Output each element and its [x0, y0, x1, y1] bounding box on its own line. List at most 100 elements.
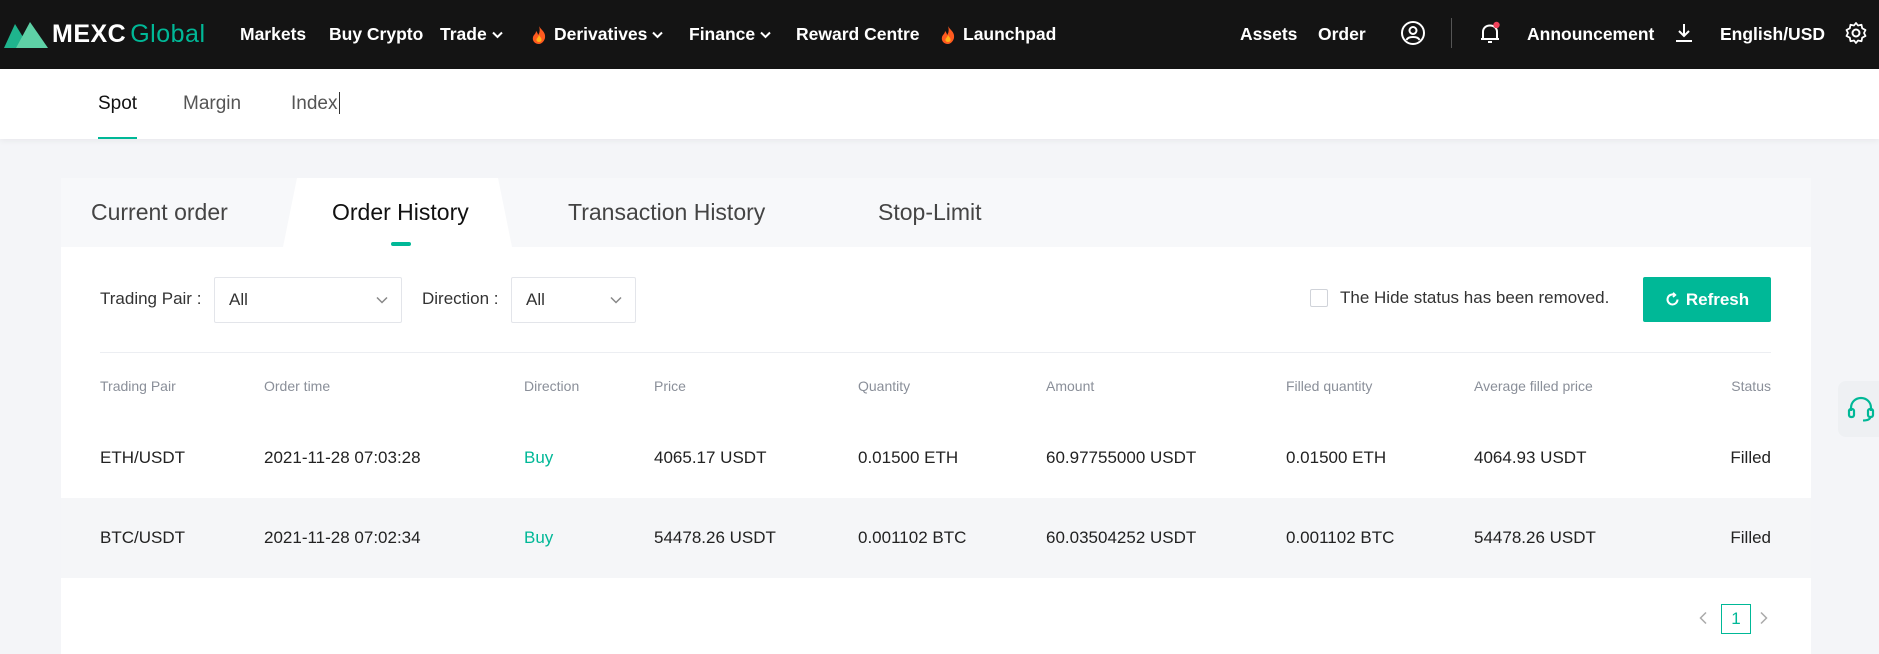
table-row: ETH/USDT 2021-11-28 07:03:28 Buy 4065.17…: [61, 418, 1811, 498]
fire-icon: [532, 25, 546, 44]
table-row: BTC/USDT 2021-11-28 07:02:34 Buy 54478.2…: [61, 498, 1811, 578]
chevron-down-icon: [376, 296, 388, 304]
fire-icon: [941, 25, 955, 44]
nav-finance-label: Finance: [689, 24, 756, 44]
col-price: Price: [654, 378, 686, 394]
cell-amount: 60.03504252 USDT: [1046, 528, 1197, 547]
cell-average-filled-price: 4064.93 USDT: [1474, 448, 1587, 467]
market-type-tabs: Spot Margin Index: [0, 69, 1879, 139]
chevron-down-icon: [491, 31, 503, 38]
cell-direction: Buy: [524, 448, 554, 467]
download-icon[interactable]: [1670, 19, 1698, 47]
tab-current-order-label: Current order: [91, 199, 228, 225]
tab-spot-label: Spot: [98, 93, 138, 114]
nav-derivatives[interactable]: Derivatives: [532, 0, 664, 69]
cell-order-time: 2021-11-28 07:02:34: [264, 528, 421, 547]
headset-icon: [1847, 396, 1875, 422]
trading-pair-value: All: [229, 290, 248, 309]
trading-pair-select[interactable]: All: [214, 277, 402, 323]
chevron-right-icon: [1760, 611, 1768, 625]
filter-divider: [100, 352, 1771, 353]
tab-spot[interactable]: Spot: [98, 69, 138, 139]
cell-trading-pair: ETH/USDT: [100, 448, 185, 467]
col-direction: Direction: [524, 378, 580, 394]
nav-order-label: Order: [1318, 24, 1366, 44]
cell-average-filled-price: 54478.26 USDT: [1474, 528, 1596, 547]
customer-support-button[interactable]: [1838, 381, 1879, 437]
direction-label: Direction :: [422, 289, 499, 308]
cell-quantity: 0.001102 BTC: [858, 528, 967, 547]
tab-margin[interactable]: Margin: [183, 69, 241, 139]
refresh-icon: [1666, 292, 1679, 306]
chevron-down-icon: [760, 31, 771, 38]
cell-quantity: 0.01500 ETH: [858, 448, 959, 467]
hide-status-label: The Hide status has been removed.: [1340, 288, 1610, 307]
cell-status: Filled: [1730, 528, 1771, 547]
tab-stop-limit[interactable]: Stop-Limit: [878, 178, 982, 247]
col-order-time: Order time: [264, 378, 331, 394]
nav-launchpad-label: Launchpad: [963, 24, 1057, 44]
cell-trading-pair: BTC/USDT: [100, 528, 185, 547]
nav-launchpad[interactable]: Launchpad: [941, 0, 1056, 69]
text-cursor: [339, 92, 340, 114]
trading-pair-label: Trading Pair :: [100, 289, 202, 308]
cell-amount: 60.97755000 USDT: [1046, 448, 1197, 467]
nav-announcement[interactable]: Announcement: [1527, 0, 1654, 69]
tab-margin-label: Margin: [183, 93, 242, 114]
col-status: Status: [1731, 378, 1771, 394]
orders-panel: Current order Order History Transaction …: [61, 178, 1811, 654]
nav-reward-centre[interactable]: Reward Centre: [796, 0, 920, 69]
refresh-button[interactable]: Refresh: [1643, 277, 1771, 322]
direction-select[interactable]: All: [511, 277, 636, 323]
cell-direction: Buy: [524, 528, 554, 547]
cell-order-time: 2021-11-28 07:03:28: [264, 448, 421, 467]
logo-brand: MEXC: [52, 19, 127, 48]
tab-index-label: Index: [291, 93, 338, 114]
nav-assets-label: Assets: [1240, 24, 1298, 44]
nav-buy-crypto-label: Buy Crypto: [329, 24, 424, 44]
col-quantity: Quantity: [858, 378, 911, 394]
nav-divider: [1451, 18, 1452, 48]
active-tab-indicator: [391, 242, 411, 246]
col-trading-pair: Trading Pair: [100, 378, 176, 394]
tab-order-history[interactable]: Order History: [332, 178, 469, 247]
nav-markets[interactable]: Markets: [240, 0, 306, 69]
chevron-down-icon: [610, 296, 622, 304]
nav-trade-label: Trade: [440, 24, 487, 44]
mexc-logo[interactable]: MEXC Global: [4, 14, 206, 54]
cell-filled-quantity: 0.001102 BTC: [1286, 528, 1395, 547]
nav-markets-label: Markets: [240, 24, 307, 44]
tab-order-history-label: Order History: [332, 199, 469, 225]
logo-suffix: Global: [130, 19, 206, 48]
nav-assets[interactable]: Assets: [1240, 0, 1297, 69]
direction-value: All: [526, 290, 545, 309]
tab-stop-limit-label: Stop-Limit: [878, 199, 982, 225]
nav-trade[interactable]: Trade: [440, 0, 503, 69]
cell-price: 54478.26 USDT: [654, 528, 776, 547]
tab-index[interactable]: Index: [291, 69, 337, 139]
tab-current-order[interactable]: Current order: [91, 178, 228, 247]
tab-transaction-history-label: Transaction History: [568, 199, 766, 225]
user-account-icon[interactable]: [1399, 19, 1427, 47]
cell-status: Filled: [1730, 448, 1771, 467]
nav-language-currency[interactable]: English/USD: [1720, 0, 1825, 69]
chevron-left-icon: [1699, 611, 1707, 625]
nav-buy-crypto[interactable]: Buy Crypto: [329, 0, 423, 69]
notification-bell-icon[interactable]: [1476, 19, 1504, 47]
nav-derivatives-label: Derivatives: [554, 24, 648, 44]
nav-announcement-label: Announcement: [1527, 24, 1655, 44]
next-page-button[interactable]: [1753, 603, 1775, 633]
nav-finance[interactable]: Finance: [689, 0, 771, 69]
tab-transaction-history[interactable]: Transaction History: [568, 178, 765, 247]
hide-status-checkbox[interactable]: [1310, 289, 1328, 307]
settings-gear-icon[interactable]: [1842, 19, 1870, 47]
cell-price: 4065.17 USDT: [654, 448, 767, 467]
col-amount: Amount: [1046, 378, 1095, 394]
mexc-logo-icon: [4, 22, 48, 48]
cell-filled-quantity: 0.01500 ETH: [1286, 448, 1387, 467]
top-navigation: MEXC Global Markets Buy Crypto Trade Deri…: [0, 0, 1879, 69]
page-number-current[interactable]: 1: [1721, 604, 1751, 634]
col-filled-quantity: Filled quantity: [1286, 378, 1373, 394]
nav-order[interactable]: Order: [1318, 0, 1366, 69]
prev-page-button[interactable]: [1692, 603, 1714, 633]
